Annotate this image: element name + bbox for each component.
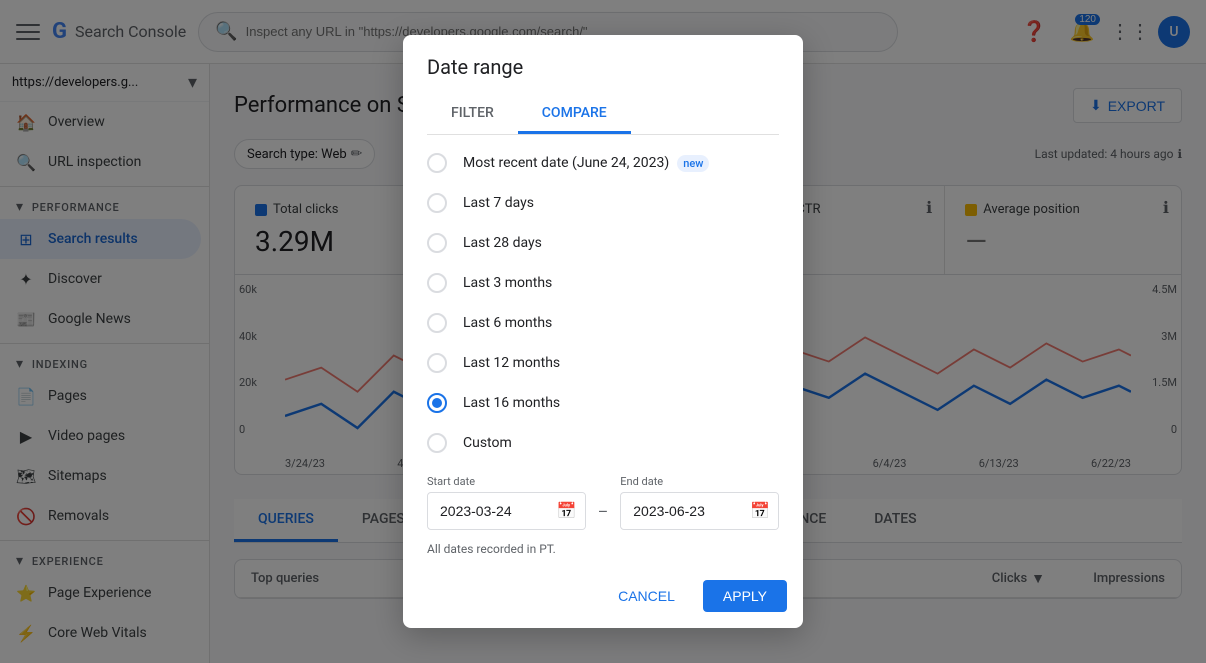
- option-last-7-days[interactable]: Last 7 days: [403, 183, 803, 223]
- option-last-12-months[interactable]: Last 12 months: [403, 343, 803, 383]
- option-label-6m: Last 6 months: [463, 315, 552, 331]
- modal-header: Date range FILTER COMPARE: [403, 35, 803, 135]
- end-date-field: End date 📅: [620, 475, 779, 530]
- start-date-calendar-button[interactable]: 📅: [549, 493, 585, 529]
- radio-circle-6m: [427, 313, 447, 333]
- apply-button[interactable]: APPLY: [703, 580, 787, 612]
- option-label-3m: Last 3 months: [463, 275, 552, 291]
- end-date-input-wrap: 📅: [620, 492, 779, 530]
- radio-circle-28: [427, 233, 447, 253]
- radio-circle-12m: [427, 353, 447, 373]
- date-range-row: Start date 📅 – End date 📅: [403, 463, 803, 538]
- radio-circle-custom: [427, 433, 447, 453]
- option-last-3-months[interactable]: Last 3 months: [403, 263, 803, 303]
- modal-title: Date range: [427, 55, 779, 79]
- cancel-button[interactable]: CANCEL: [598, 580, 695, 612]
- radio-circle-16m: [427, 393, 447, 413]
- end-date-calendar-button[interactable]: 📅: [742, 493, 778, 529]
- radio-circle-3m: [427, 273, 447, 293]
- option-label-12m: Last 12 months: [463, 355, 560, 371]
- option-label-custom: Custom: [463, 435, 512, 451]
- option-last-16-months[interactable]: Last 16 months: [403, 383, 803, 423]
- option-label-28: Last 28 days: [463, 235, 542, 251]
- new-badge: new: [677, 155, 709, 172]
- end-date-input[interactable]: [621, 495, 742, 527]
- pt-note: All dates recorded in PT.: [403, 538, 803, 564]
- option-last-6-months[interactable]: Last 6 months: [403, 303, 803, 343]
- date-range-modal: Date range FILTER COMPARE Most recent da…: [403, 35, 803, 628]
- radio-circle-7: [427, 193, 447, 213]
- start-date-label: Start date: [427, 475, 586, 488]
- start-date-field: Start date 📅: [427, 475, 586, 530]
- option-most-recent[interactable]: Most recent date (June 24, 2023) new: [403, 143, 803, 183]
- option-label-7: Last 7 days: [463, 195, 534, 211]
- modal-tab-filter[interactable]: FILTER: [427, 95, 518, 134]
- end-date-label: End date: [620, 475, 779, 488]
- option-label-most-recent: Most recent date (June 24, 2023) new: [463, 155, 709, 172]
- modal-tabs: FILTER COMPARE: [427, 95, 779, 135]
- start-date-input[interactable]: [428, 495, 549, 527]
- date-separator: –: [598, 484, 609, 521]
- option-label-16m: Last 16 months: [463, 395, 560, 411]
- modal-overlay[interactable]: Date range FILTER COMPARE Most recent da…: [0, 0, 1206, 663]
- modal-body: Most recent date (June 24, 2023) new Las…: [403, 135, 803, 572]
- start-date-input-wrap: 📅: [427, 492, 586, 530]
- option-custom[interactable]: Custom: [403, 423, 803, 463]
- option-last-28-days[interactable]: Last 28 days: [403, 223, 803, 263]
- modal-tab-compare[interactable]: COMPARE: [518, 95, 631, 134]
- radio-circle-most-recent: [427, 153, 447, 173]
- modal-footer: CANCEL APPLY: [403, 572, 803, 628]
